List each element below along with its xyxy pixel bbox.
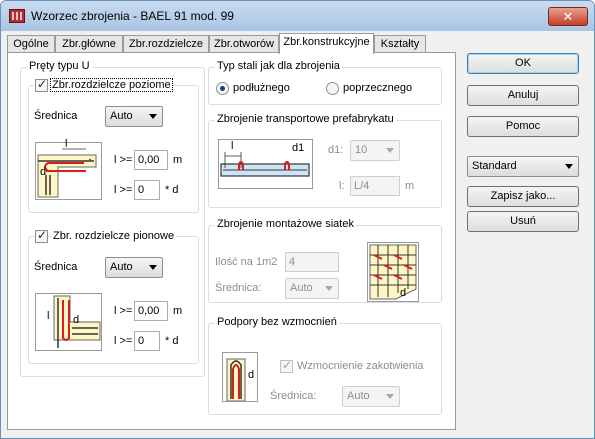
transport-title: Zbrojenie transportowe prefabrykatu [215, 113, 396, 125]
mesh-title: Zbrojenie montażowe siatek [215, 218, 356, 230]
vertical-checkbox-label[interactable]: Zbr. rozdzielcze pionowe [51, 230, 177, 242]
preset-value: Standard [472, 160, 517, 172]
vertical-diameter-select[interactable]: Auto [105, 257, 163, 278]
mesh-drawing [369, 244, 417, 300]
steel-type-title: Typ stali jak dla zbrojenia [215, 60, 342, 72]
supports-figure: d [222, 352, 258, 402]
horizontal-diameter-select[interactable]: Auto [105, 106, 163, 127]
horizontal-figure-l: l [65, 138, 68, 150]
vertical-l-label-1: l >= [114, 305, 133, 317]
horizontal-u-bar-figure: l d [35, 138, 102, 200]
horizontal-l-label-2: l >= [114, 184, 133, 196]
delete-button[interactable]: Usuń [467, 211, 579, 232]
mesh-diameter-value: Auto [290, 282, 313, 294]
transport-l-unit: m [405, 180, 415, 192]
transport-d1-select[interactable]: 10 [350, 140, 400, 161]
vertical-l-unit-d: * d [165, 335, 179, 347]
vertical-l-unit-m: m [173, 305, 183, 317]
save-as-button[interactable]: Zapisz jako... [467, 186, 579, 207]
chevron-down-icon [149, 265, 157, 270]
mesh-figure: d [367, 242, 419, 302]
tab-opening-reinforcement[interactable]: Zbr.otworów [209, 35, 279, 53]
dialog-window: Wzorzec zbrojenia - BAEL 91 mod. 99 ✕ Og… [0, 0, 595, 439]
vertical-checkbox[interactable] [35, 228, 48, 243]
tab-constructional-reinforcement[interactable]: Zbr.konstrukcyjne [279, 33, 374, 54]
transport-l-input[interactable]: L/4 [350, 176, 400, 196]
help-button[interactable]: Pomoc [467, 116, 579, 137]
supports-diameter-label: Średnica: [270, 390, 317, 402]
horizontal-checkbox-label[interactable]: Zbr.rozdzielcze poziome [50, 78, 173, 92]
chevron-down-icon [386, 394, 394, 399]
close-button[interactable]: ✕ [548, 7, 588, 26]
vertical-figure-l: l [47, 310, 50, 322]
tab-panel: Pręty typu U Zbr.rozdzielcze poziome Śre… [7, 52, 456, 430]
transport-figure-d1: d1 [292, 142, 305, 154]
steel-type-group: Typ stali jak dla zbrojenia podłużnego p… [208, 60, 442, 105]
supports-diameter-select[interactable]: Auto [342, 386, 400, 407]
u-bars-group: Pręty typu U Zbr.rozdzielcze poziome Śre… [20, 60, 205, 377]
supports-title: Podpory bez wzmocnień [215, 316, 339, 328]
chevron-down-icon [149, 114, 157, 119]
chevron-down-icon [386, 148, 394, 153]
app-icon [9, 9, 25, 23]
mesh-count-input[interactable]: 4 [285, 252, 339, 272]
supports-figure-d: d [248, 369, 255, 381]
horizontal-checkbox[interactable] [35, 77, 48, 92]
mesh-count-label: Ilość na 1m2 [215, 256, 278, 268]
window-title: Wzorzec zbrojenia - BAEL 91 mod. 99 [31, 9, 234, 23]
chevron-down-icon [565, 164, 573, 169]
radio-transverse-label[interactable]: poprzecznego [343, 82, 412, 94]
horizontal-u-bars-group: Zbr.rozdzielcze poziome Średnica Auto [28, 77, 199, 213]
title-bar: Wzorzec zbrojenia - BAEL 91 mod. 99 ✕ [1, 1, 594, 31]
radio-transverse[interactable] [326, 82, 339, 95]
horizontal-l-unit-d: * d [165, 184, 179, 196]
horizontal-l-unit-m: m [173, 154, 183, 166]
radio-longitudinal[interactable] [216, 82, 229, 95]
transport-d1-label: d1: [328, 144, 344, 156]
transport-group: Zbrojenie transportowe prefabrykatu l d1… [208, 113, 442, 208]
vertical-l-label-2: l >= [114, 335, 133, 347]
vertical-diameter-label: Średnica [34, 261, 78, 273]
horizontal-diameter-label: Średnica [34, 110, 78, 122]
tab-distribution-reinforcement[interactable]: Zbr.rozdzielcze [123, 35, 209, 53]
horizontal-l-length-input[interactable]: 0,00 [134, 150, 168, 170]
vertical-figure-d: d [73, 314, 80, 326]
chevron-down-icon [325, 286, 333, 291]
ok-button[interactable]: OK [467, 53, 579, 74]
vertical-l-factor-input[interactable]: 0 [134, 331, 160, 351]
vertical-u-bar-drawing [53, 295, 101, 348]
transport-figure-l: l [231, 140, 234, 152]
supports-group: Podpory bez wzmocnień d Wzmocnienie zako… [208, 316, 442, 415]
mesh-group: Zbrojenie montażowe siatek Ilość na 1m2 … [208, 218, 442, 303]
horizontal-figure-d: d [40, 166, 47, 178]
horizontal-diameter-value: Auto [110, 110, 133, 122]
horizontal-l-label-1: l >= [114, 154, 133, 166]
supports-diameter-value: Auto [347, 390, 370, 402]
transport-figure: l d1 [218, 139, 313, 189]
tab-general[interactable]: Ogólne [7, 35, 55, 53]
transport-l-label: l: [339, 180, 345, 192]
horizontal-l-factor-input[interactable]: 0 [134, 180, 160, 200]
u-bars-title: Pręty typu U [27, 60, 92, 72]
cancel-button[interactable]: Anuluj [467, 85, 579, 106]
vertical-l-length-input[interactable]: 0,00 [134, 301, 168, 321]
tab-shapes[interactable]: Kształty [374, 35, 426, 53]
mesh-figure-d: d [400, 287, 407, 299]
preset-select[interactable]: Standard [467, 156, 579, 177]
vertical-diameter-value: Auto [110, 261, 133, 273]
transport-d1-value: 10 [355, 144, 368, 156]
radio-longitudinal-label[interactable]: podłużnego [233, 82, 290, 94]
supports-checkbox-label[interactable]: Wzmocnienie zakotwienia [297, 360, 424, 372]
mesh-diameter-select[interactable]: Auto [285, 278, 339, 299]
supports-checkbox[interactable] [280, 358, 293, 373]
tab-main-reinforcement[interactable]: Zbr.główne [55, 35, 123, 53]
vertical-u-bars-group: Zbr. rozdzielcze pionowe Średnica Auto l [28, 228, 199, 364]
mesh-diameter-label: Średnica: [215, 282, 262, 294]
vertical-u-bar-figure: l d [35, 293, 102, 351]
